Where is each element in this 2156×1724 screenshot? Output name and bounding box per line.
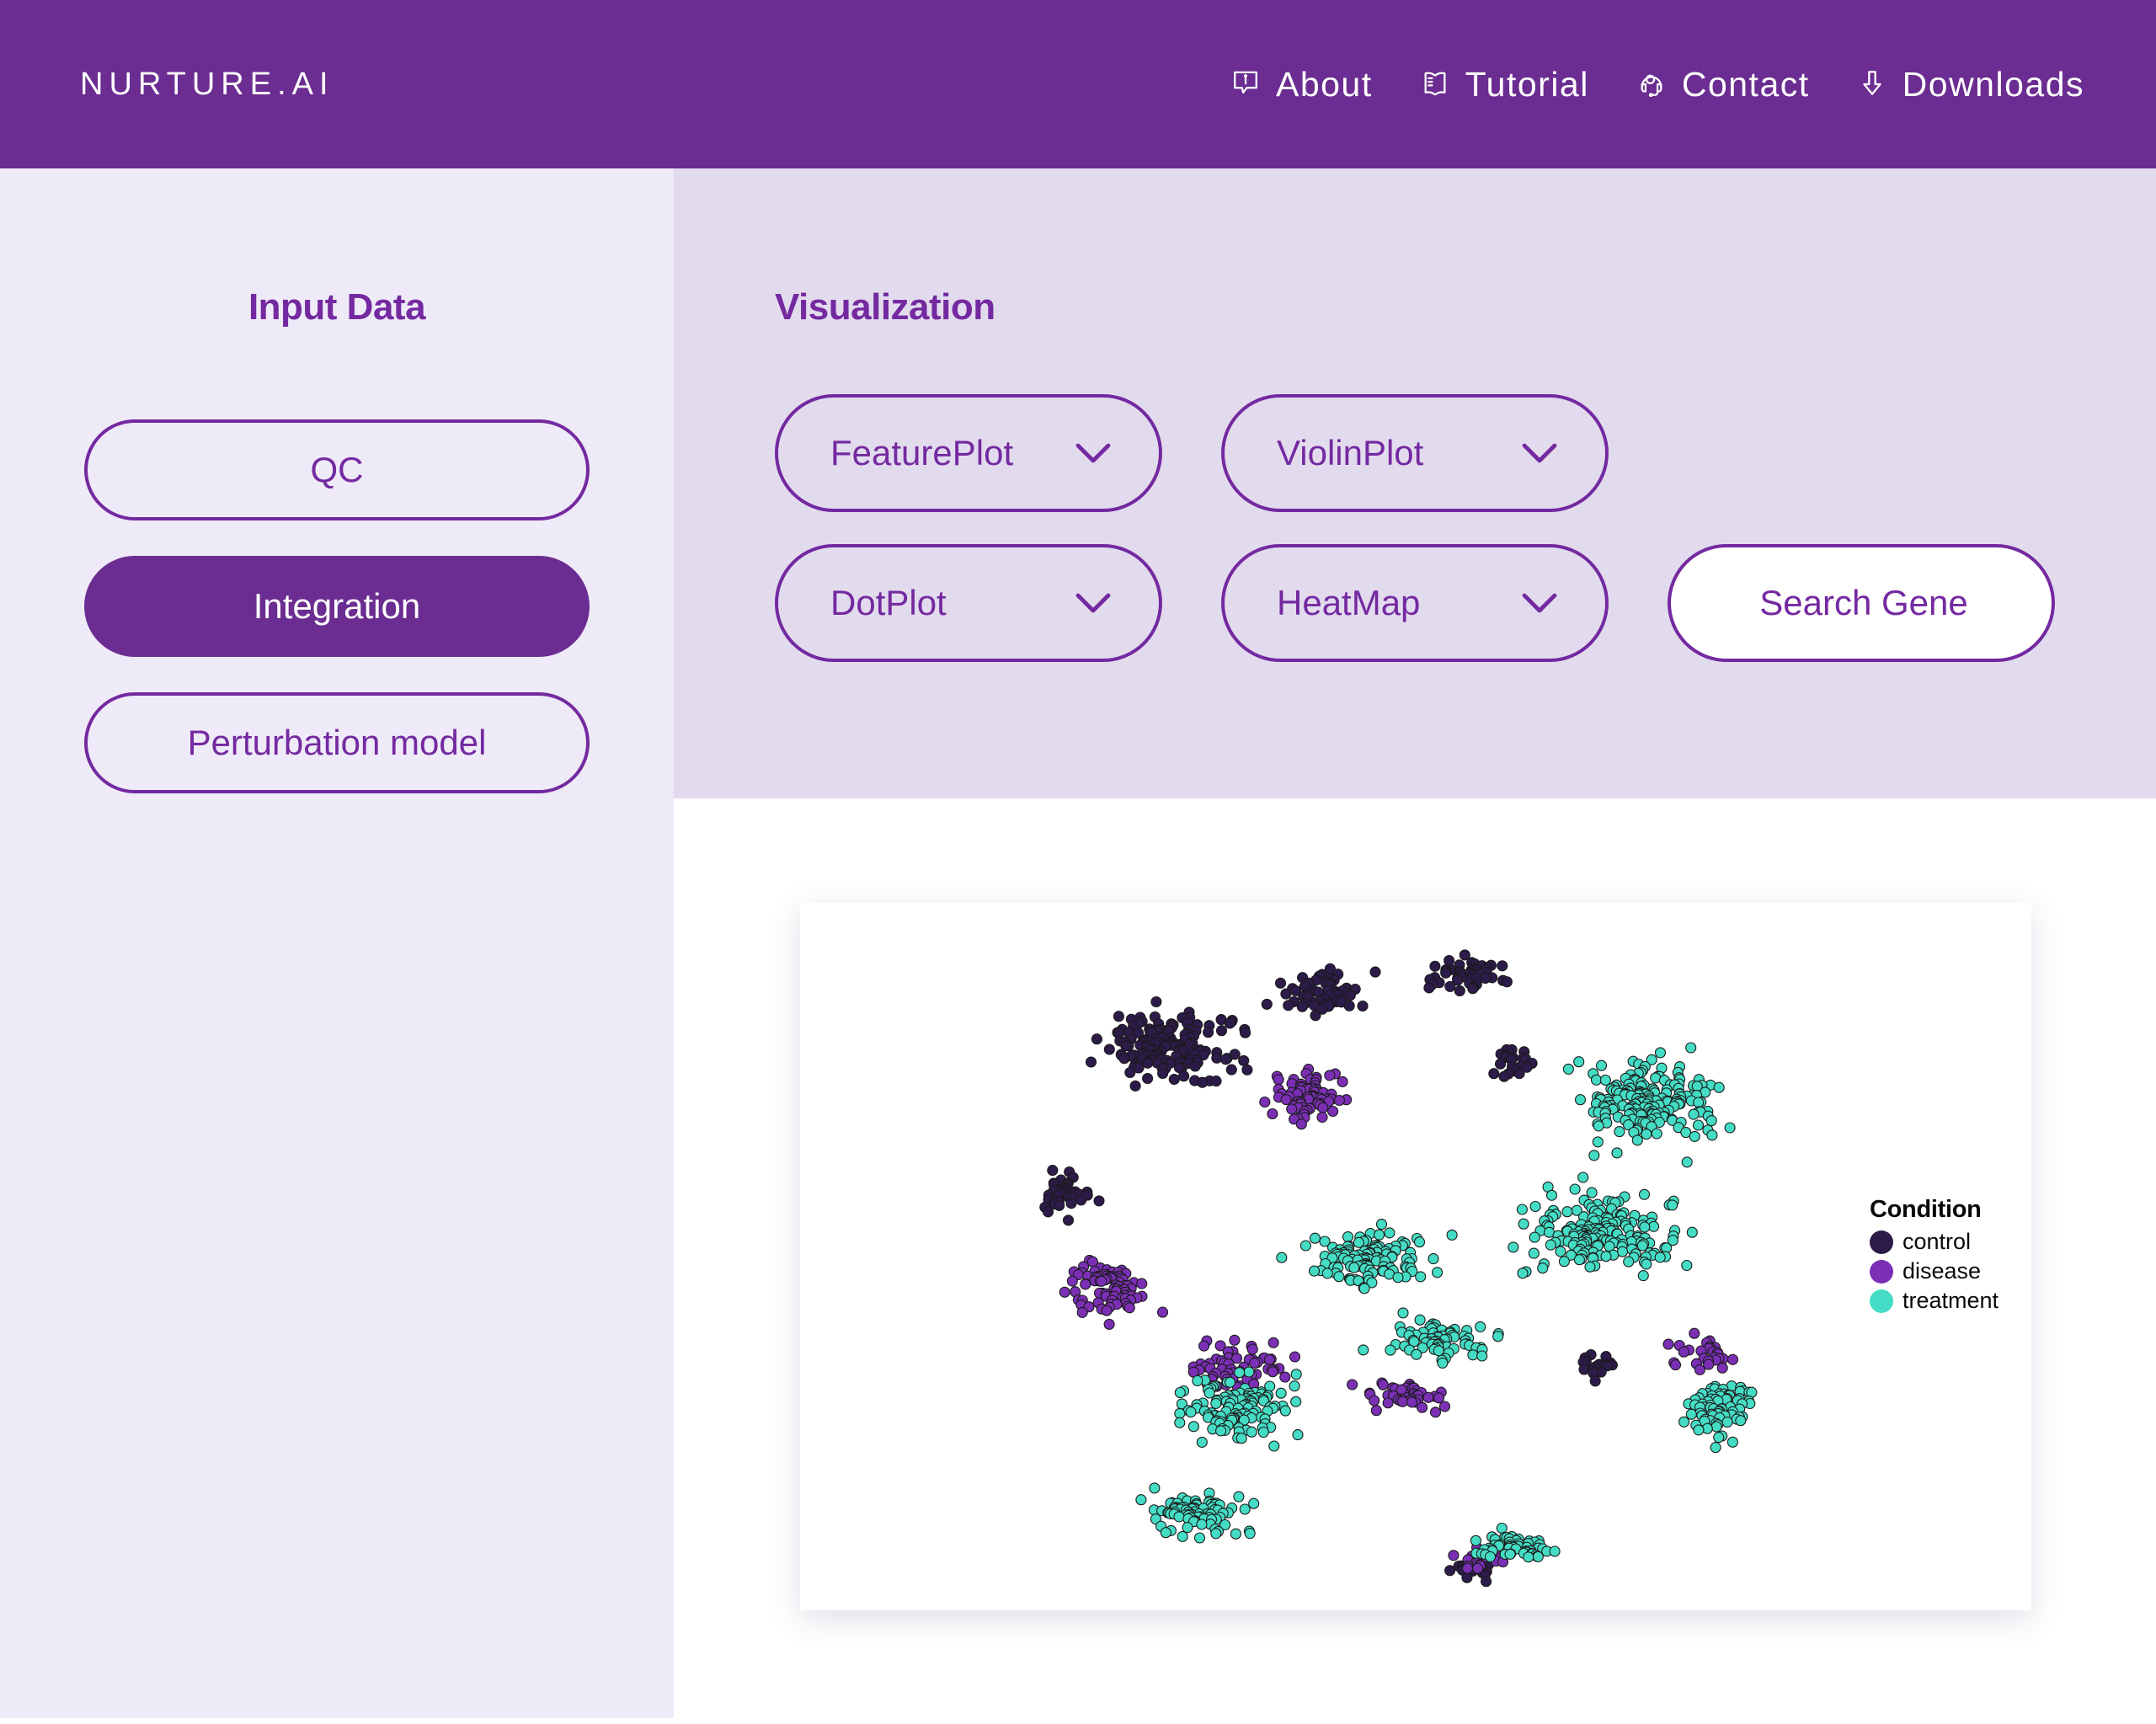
legend-title: Condition xyxy=(1870,1196,1982,1223)
visualization-title: Visualization xyxy=(775,286,995,328)
legend-label: disease xyxy=(1903,1258,1982,1284)
umap-scatter-plot xyxy=(1039,949,1758,1588)
input-data-sidebar: Input Data QC Integration Perturbation m… xyxy=(0,168,674,1718)
download-arrow-icon xyxy=(1855,66,1889,103)
sidebar-item-qc[interactable]: QC xyxy=(84,419,590,520)
app-root: NURTURE.AI About Tutorial Contact Downlo… xyxy=(0,0,2156,1724)
sidebar-item-integration[interactable]: Integration xyxy=(84,556,590,657)
heatmap-dropdown[interactable]: HeatMap xyxy=(1221,544,1609,662)
featureplot-dropdown[interactable]: FeaturePlot xyxy=(775,394,1162,512)
legend-swatch xyxy=(1870,1259,1893,1284)
visualization-panel: Visualization FeaturePlot ViolinPlot Dot… xyxy=(674,168,2156,798)
dotplot-dropdown[interactable]: DotPlot xyxy=(775,544,1162,662)
nav-item-about[interactable]: About xyxy=(1229,65,1373,104)
umap-plot-card: Condition control disease treatment xyxy=(800,903,2031,1610)
chevron-down-icon xyxy=(1075,593,1111,613)
nav-label-about: About xyxy=(1275,64,1373,104)
chevron-down-icon xyxy=(1522,443,1557,463)
sidebar-button-group: QC Integration Perturbation model xyxy=(0,419,674,793)
featureplot-label: FeaturePlot xyxy=(830,433,1014,472)
legend-swatch xyxy=(1870,1289,1893,1313)
app-header: NURTURE.AI About Tutorial Contact Downlo… xyxy=(0,0,2156,168)
chevron-down-icon xyxy=(1522,593,1557,613)
info-bubble-icon xyxy=(1229,66,1262,103)
nav-item-contact[interactable]: Contact xyxy=(1635,65,1810,104)
nav-label-downloads: Downloads xyxy=(1902,64,2084,104)
sidebar-title: Input Data xyxy=(248,286,426,328)
sidebar-item-label: Integration xyxy=(253,586,421,626)
nav-item-tutorial[interactable]: Tutorial xyxy=(1418,65,1589,104)
legend-item-treatment[interactable]: treatment xyxy=(1870,1288,1999,1314)
nav-label-contact: Contact xyxy=(1681,64,1810,104)
chevron-down-icon xyxy=(1075,443,1111,463)
legend-item-control[interactable]: control xyxy=(1870,1229,1999,1255)
sidebar-item-label: QC xyxy=(310,450,364,489)
nav-label-tutorial: Tutorial xyxy=(1465,64,1589,104)
open-book-icon xyxy=(1418,66,1452,103)
search-gene-button[interactable]: Search Gene xyxy=(1668,544,2055,662)
sidebar-item-perturbation-model[interactable]: Perturbation model xyxy=(84,692,590,793)
legend-label: treatment xyxy=(1903,1288,1999,1313)
headset-support-icon xyxy=(1635,66,1668,103)
brand-logo[interactable]: NURTURE.AI xyxy=(80,67,334,103)
main-nav: About Tutorial Contact Downloads xyxy=(1229,65,2084,104)
legend-swatch xyxy=(1870,1230,1893,1254)
nav-item-downloads[interactable]: Downloads xyxy=(1855,65,2084,104)
violinplot-label: ViolinPlot xyxy=(1277,433,1424,472)
sidebar-item-label: Perturbation model xyxy=(187,723,487,762)
legend-label: control xyxy=(1903,1229,1972,1254)
dotplot-label: DotPlot xyxy=(830,583,947,622)
heatmap-label: HeatMap xyxy=(1277,583,1421,622)
search-gene-label: Search Gene xyxy=(1759,583,1968,622)
chart-legend: Condition control disease treatment xyxy=(1870,1196,1999,1317)
violinplot-dropdown[interactable]: ViolinPlot xyxy=(1221,394,1609,512)
visualization-button-grid: FeaturePlot ViolinPlot DotPlot HeatMap S… xyxy=(775,394,2156,662)
legend-item-disease[interactable]: disease xyxy=(1870,1258,1999,1284)
viz-grid-spacer xyxy=(1668,394,2055,512)
